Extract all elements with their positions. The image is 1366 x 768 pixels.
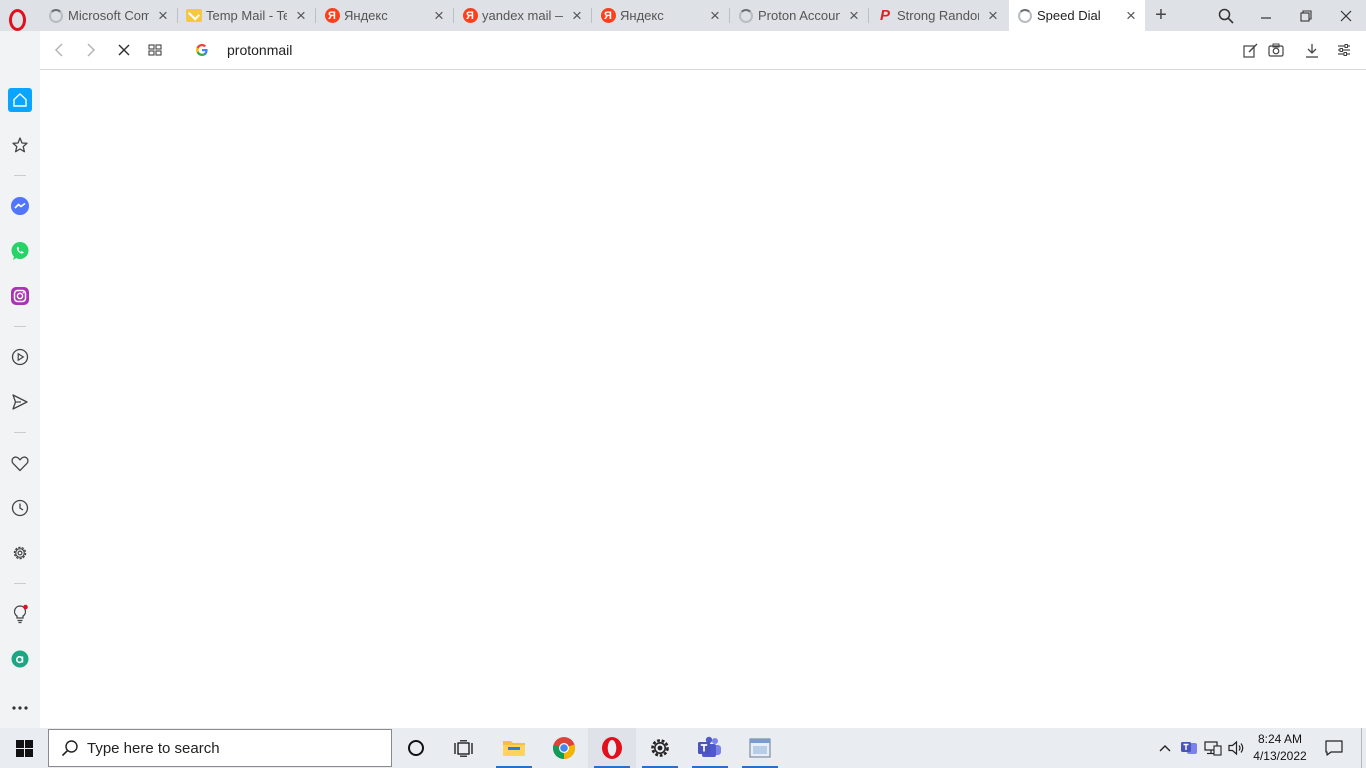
close-window-icon[interactable]	[1326, 0, 1366, 31]
tab-title: Яндекс	[620, 8, 664, 23]
close-tab-icon[interactable]: ×	[979, 0, 1007, 31]
tab-title: Strong Random	[897, 8, 979, 23]
close-tab-icon[interactable]: ×	[1117, 0, 1145, 31]
forward-icon[interactable]	[77, 31, 105, 69]
restore-icon[interactable]	[1286, 0, 1326, 31]
send-icon[interactable]	[8, 390, 32, 414]
tab-strip: Microsoft Comm × Temp Mail - Tem × Я Янд…	[0, 0, 1366, 31]
chrome-icon[interactable]	[540, 728, 588, 768]
tray-chevron-up-icon[interactable]	[1154, 728, 1176, 768]
teams-tray-icon[interactable]	[1178, 728, 1200, 768]
taskbar-search-input[interactable]: Type here to search	[48, 729, 392, 767]
google-icon[interactable]	[188, 31, 216, 69]
system-clock[interactable]: 8:24 AM 4/13/2022	[1246, 731, 1314, 765]
yandex-icon: Я	[462, 8, 478, 24]
tab-yandex-mail[interactable]: Я yandex mail — ×	[454, 0, 591, 31]
edit-page-icon[interactable]	[1236, 31, 1264, 69]
address-bar: protonmail	[40, 31, 1366, 70]
tab-search-icon[interactable]	[1212, 0, 1240, 31]
close-tab-icon[interactable]: ×	[149, 0, 177, 31]
tab-temp-mail[interactable]: Temp Mail - Tem ×	[178, 0, 315, 31]
tab-title: Яндекс	[344, 8, 388, 23]
heart-icon[interactable]	[8, 451, 32, 475]
close-tab-icon[interactable]: ×	[563, 0, 591, 31]
tab-title: Microsoft Comm	[68, 8, 149, 23]
stop-loading-icon[interactable]	[110, 31, 138, 69]
tab-microsoft[interactable]: Microsoft Comm ×	[40, 0, 177, 31]
new-tab-icon[interactable]: +	[1148, 0, 1174, 31]
easy-setup-icon[interactable]	[1330, 31, 1358, 69]
taskbar: Type here to search 8:24 AM 4/13/2022	[0, 728, 1366, 768]
network-icon[interactable]	[1202, 728, 1224, 768]
show-desktop-button[interactable]	[1361, 728, 1366, 768]
teams-icon[interactable]	[686, 728, 734, 768]
back-icon[interactable]	[45, 31, 73, 69]
tab-title: yandex mail —	[482, 8, 563, 23]
minimize-icon[interactable]	[1246, 0, 1286, 31]
action-center-icon[interactable]	[1318, 728, 1350, 768]
opera-taskbar-icon[interactable]	[588, 728, 636, 768]
tab-proton-account[interactable]: Proton Account ×	[730, 0, 868, 31]
search-placeholder: Type here to search	[87, 739, 220, 757]
instagram-icon[interactable]	[8, 284, 32, 308]
tab-yandex[interactable]: Я Яндекс ×	[316, 0, 453, 31]
tab-strong-random[interactable]: P Strong Random ×	[869, 0, 1007, 31]
address-input[interactable]: protonmail	[227, 42, 292, 58]
tab-speed-dial[interactable]: Speed Dial ×	[1009, 0, 1145, 31]
tab-title: Speed Dial	[1037, 8, 1101, 23]
more-icon[interactable]	[8, 696, 32, 720]
clock-time: 8:24 AM	[1257, 732, 1303, 746]
whatsapp-icon[interactable]	[8, 239, 32, 263]
clock-date: 4/13/2022	[1253, 749, 1307, 763]
yandex-icon: Я	[324, 8, 340, 24]
volume-icon[interactable]	[1226, 728, 1248, 768]
close-tab-icon[interactable]: ×	[287, 0, 315, 31]
close-tab-icon[interactable]: ×	[840, 0, 868, 31]
player-icon[interactable]	[8, 345, 32, 369]
lightbulb-icon[interactable]	[8, 602, 32, 626]
home-icon[interactable]	[8, 88, 32, 112]
downloads-icon[interactable]	[1298, 31, 1326, 69]
page-content	[40, 70, 1366, 728]
tabs-grid-icon[interactable]	[141, 31, 169, 69]
p-logo-icon: P	[879, 7, 890, 24]
messenger-icon[interactable]	[8, 194, 32, 218]
windows-start-icon[interactable]	[0, 728, 48, 768]
bookmarks-icon[interactable]	[8, 133, 32, 157]
file-explorer-icon[interactable]	[490, 728, 538, 768]
loading-icon	[738, 8, 754, 24]
loading-icon	[1017, 8, 1033, 24]
tab-title: Temp Mail - Tem	[206, 8, 287, 23]
settings-taskbar-icon[interactable]	[636, 728, 684, 768]
temp-mail-icon	[186, 8, 202, 24]
opera-menu-icon[interactable]	[7, 8, 29, 31]
search-icon	[61, 739, 79, 757]
loading-icon	[48, 8, 64, 24]
aria-icon[interactable]	[8, 647, 32, 671]
snapshot-camera-icon[interactable]	[1262, 31, 1290, 69]
cortana-icon[interactable]	[392, 728, 440, 768]
sidebar	[0, 31, 40, 728]
tab-title: Proton Account	[758, 8, 840, 23]
yandex-icon: Я	[600, 8, 616, 24]
app-window-icon[interactable]	[736, 728, 784, 768]
close-tab-icon[interactable]: ×	[701, 0, 729, 31]
history-icon[interactable]	[8, 496, 32, 520]
task-view-icon[interactable]	[440, 728, 488, 768]
close-tab-icon[interactable]: ×	[425, 0, 453, 31]
tab-yandex-2[interactable]: Я Яндекс ×	[592, 0, 729, 31]
settings-icon[interactable]	[8, 541, 32, 565]
